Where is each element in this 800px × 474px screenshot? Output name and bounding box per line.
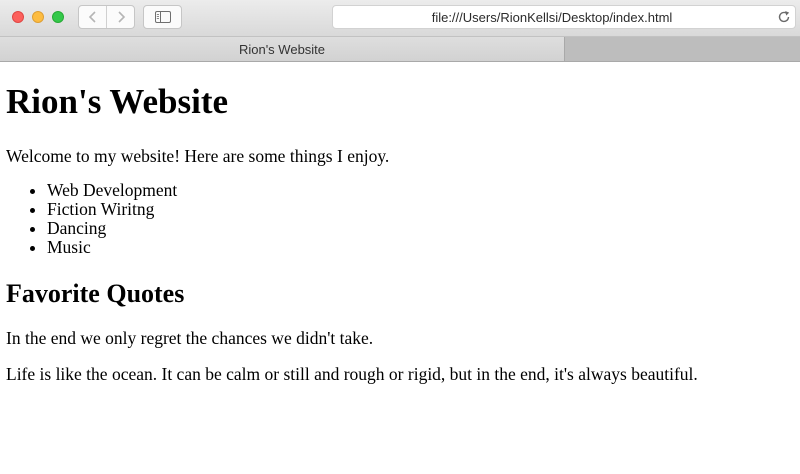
enjoy-list: Web Development Fiction Wiritng Dancing … [6,181,177,257]
sidebar-button[interactable] [143,5,182,29]
tab-label: Rion's Website [238,41,326,57]
reload-icon[interactable] [777,10,791,24]
maximize-icon[interactable] [52,11,64,23]
tab-bar: Rion's Website [0,37,800,62]
address-text: file:///Users/RionKellsi/Desktop/index.h… [431,9,673,25]
list-item: Fiction Wiritng [47,200,177,219]
sidebar-icon [154,11,171,23]
minimize-icon[interactable] [32,11,44,23]
intro-text: Welcome to my website! Here are some thi… [6,146,390,166]
page-content: Rion's Website Welcome to my website! He… [0,62,800,474]
back-button[interactable] [79,6,106,28]
back-icon [88,11,96,23]
address-bar[interactable]: file:///Users/RionKellsi/Desktop/index.h… [332,5,796,29]
quote-text: Life is like the ocean. It can be calm o… [6,364,698,384]
close-icon[interactable] [12,11,24,23]
list-item: Music [47,238,177,257]
quote-text: In the end we only regret the chances we… [6,328,374,348]
page-title: Rion's Website [6,82,229,121]
list-item: Dancing [47,219,177,238]
forward-button[interactable] [106,6,134,28]
quotes-heading: Favorite Quotes [6,279,185,308]
navigation-buttons [78,5,135,29]
forward-icon [117,11,125,23]
browser-window: file:///Users/RionKellsi/Desktop/index.h… [0,0,800,474]
tab-rions-website[interactable]: Rion's Website [0,37,565,61]
list-item: Web Development [47,181,177,200]
browser-toolbar: file:///Users/RionKellsi/Desktop/index.h… [0,0,800,37]
